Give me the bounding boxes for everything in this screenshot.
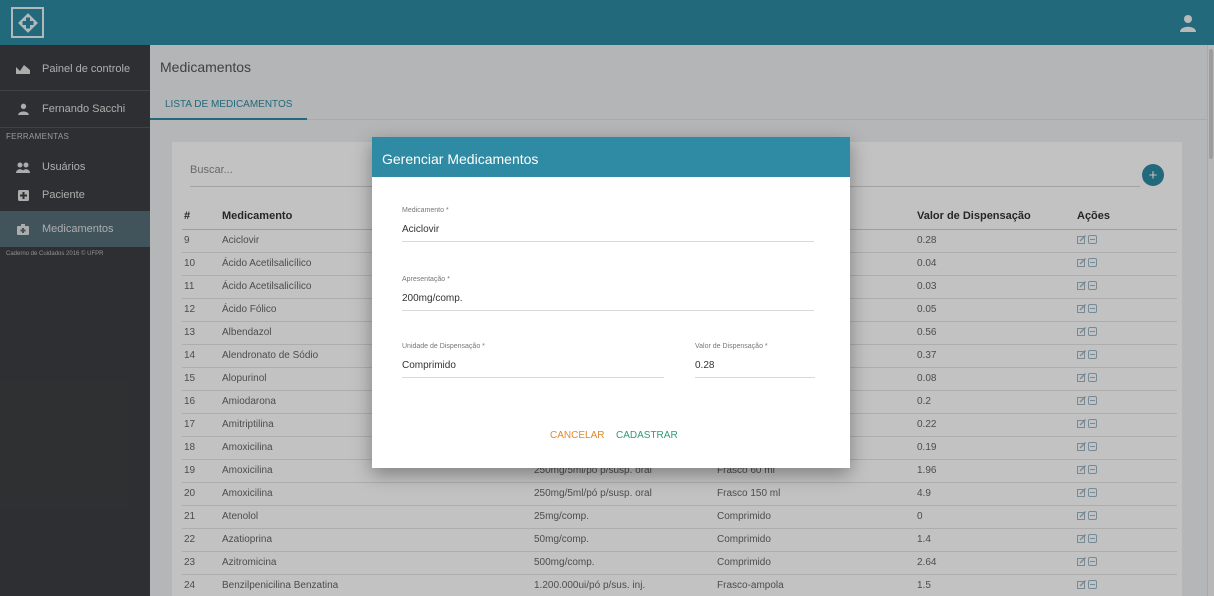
field-underline bbox=[402, 377, 664, 378]
field-label: Valor de Dispensação * bbox=[695, 343, 768, 350]
cancel-button[interactable]: CANCELAR bbox=[550, 430, 604, 441]
valor-dispensacao-field[interactable]: Valor de Dispensação * 0.28 bbox=[695, 343, 815, 378]
field-value: 0.28 bbox=[695, 360, 715, 371]
unidade-dispensacao-field[interactable]: Unidade de Dispensação * Comprimido bbox=[402, 343, 664, 378]
medicamento-field[interactable]: Medicamento * Aciclovir bbox=[402, 207, 814, 242]
dialog-title: Gerenciar Medicamentos bbox=[372, 137, 850, 177]
field-value: Aciclovir bbox=[402, 224, 440, 235]
field-label: Apresentação * bbox=[402, 276, 450, 283]
field-value: 200mg/comp. bbox=[402, 293, 463, 304]
field-underline bbox=[695, 377, 815, 378]
cadastrar-button[interactable]: CADASTRAR bbox=[616, 430, 678, 441]
field-label: Unidade de Dispensação * bbox=[402, 343, 485, 350]
manage-medication-dialog: Gerenciar Medicamentos Medicamento * Aci… bbox=[372, 137, 850, 468]
apresentacao-field[interactable]: Apresentação * 200mg/comp. bbox=[402, 276, 814, 311]
field-underline bbox=[402, 241, 814, 242]
field-value: Comprimido bbox=[402, 360, 456, 371]
field-underline bbox=[402, 310, 814, 311]
field-label: Medicamento * bbox=[402, 207, 449, 214]
